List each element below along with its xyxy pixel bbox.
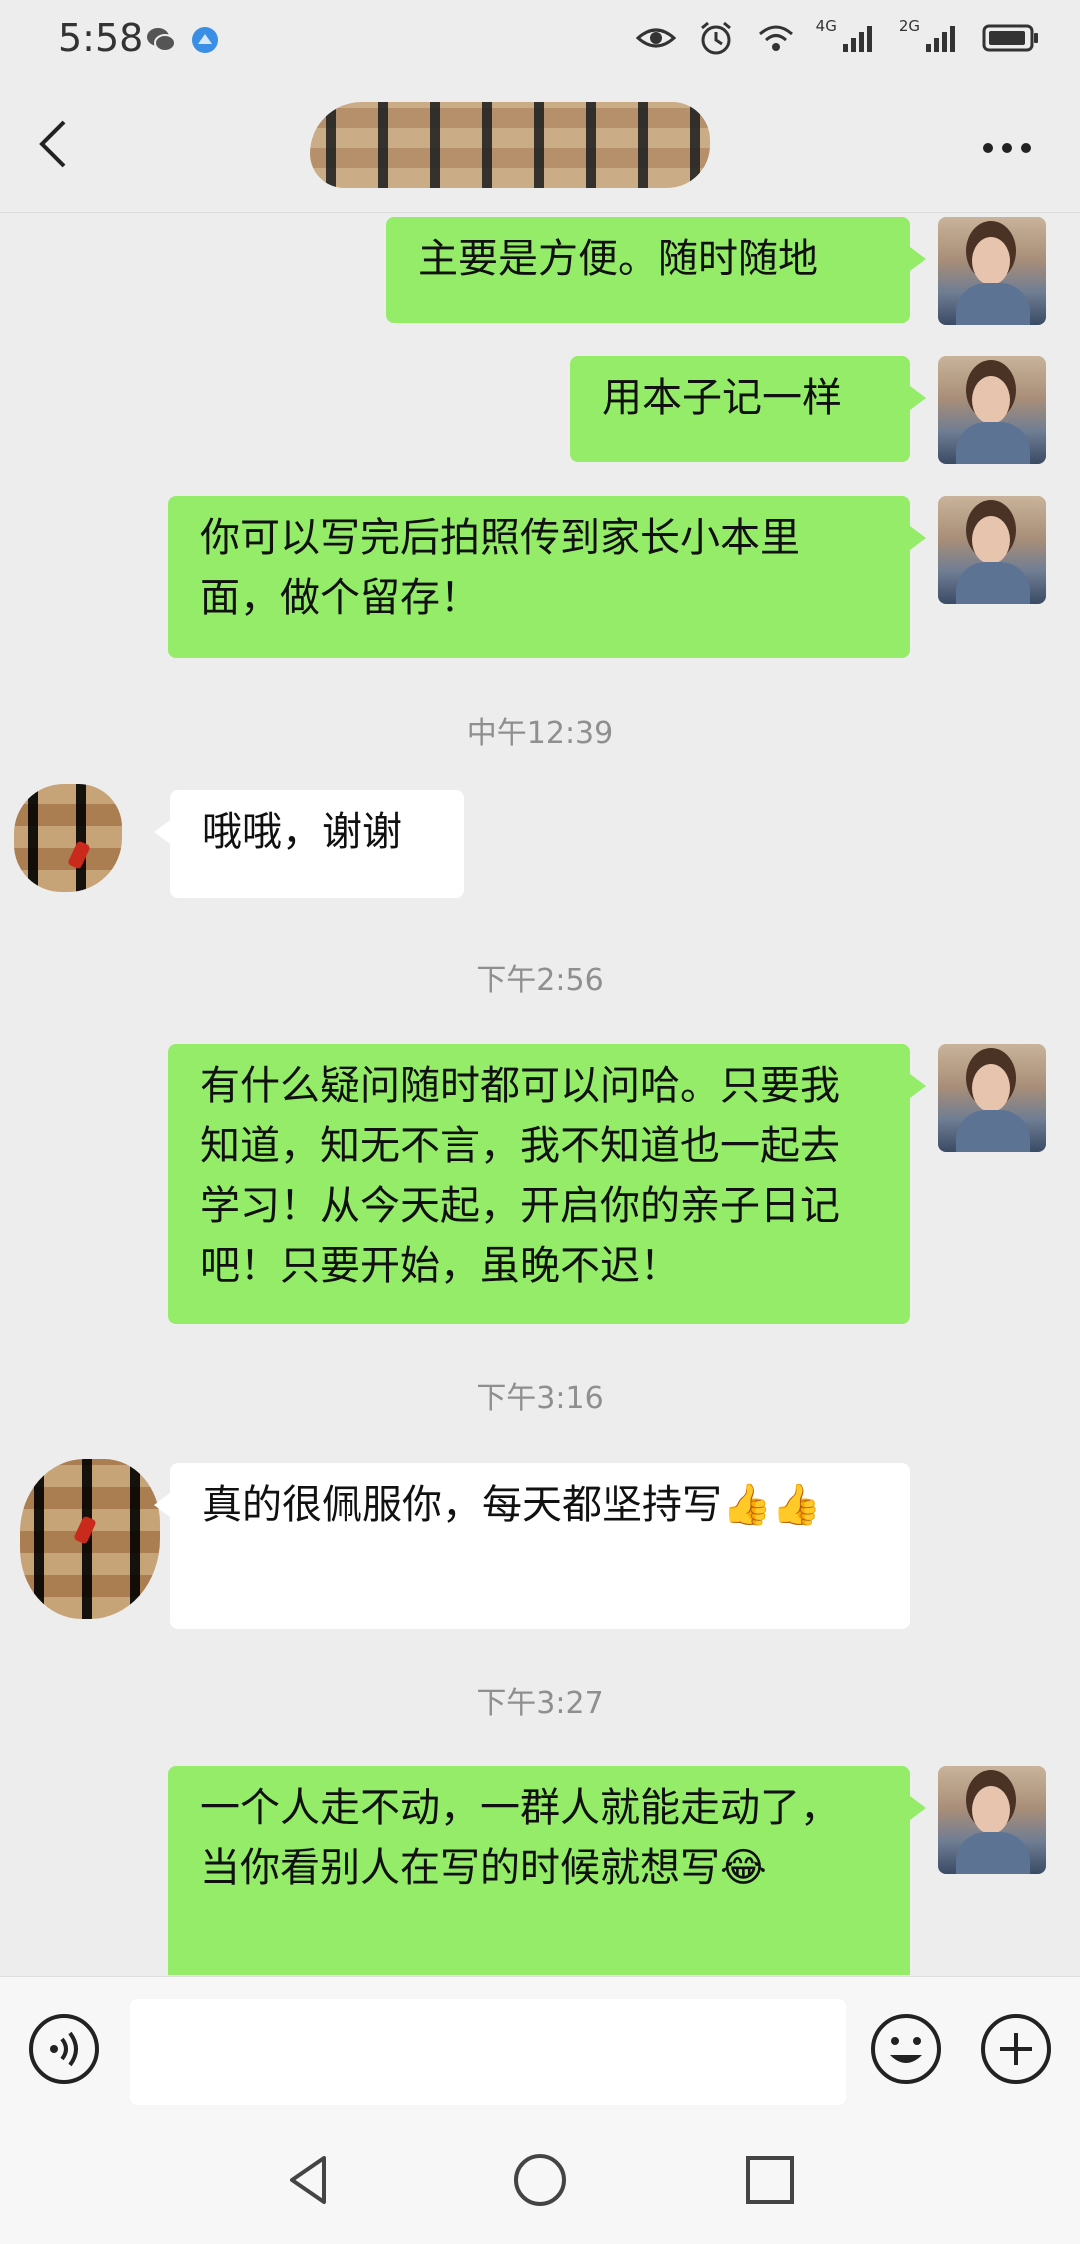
status-time: 5:58	[58, 16, 144, 60]
chat-title	[310, 102, 710, 188]
message-bubble-self[interactable]: 用本子记一样	[570, 356, 926, 462]
status-icons: 4G 2G	[635, 17, 1040, 56]
alarm-icon	[700, 21, 731, 55]
chevron-left-icon[interactable]	[36, 118, 70, 170]
message-bubble-other[interactable]: 真的很佩服你，每天都坚持写👍👍	[154, 1463, 910, 1629]
browser-icon	[192, 27, 218, 53]
self-avatar[interactable]	[938, 1766, 1046, 1874]
home-circle-icon[interactable]	[510, 2150, 570, 2210]
self-avatar[interactable]	[938, 496, 1046, 604]
message-bubble-self[interactable]: 一个人走不动，一群人就能走动了，当你看别人在写的时候就想写😂	[168, 1766, 926, 1975]
network-2g-label: 2G	[898, 17, 920, 35]
timestamp: 下午3:27	[476, 1686, 604, 1721]
timestamp: 下午3:16	[476, 1381, 604, 1416]
timestamp: 中午12:39	[466, 716, 614, 751]
recents-square-icon[interactable]	[740, 2150, 800, 2210]
contact-avatar[interactable]	[20, 1459, 160, 1619]
back-triangle-icon[interactable]	[280, 2150, 340, 2210]
timestamp: 下午2:56	[476, 963, 604, 998]
message-bubble-self[interactable]: 主要是方便。随时随地	[386, 217, 926, 323]
network-4g-label: 4G	[815, 17, 837, 35]
status-bar: 5:58 4G 2G	[0, 0, 1080, 80]
plus-icon[interactable]	[980, 2013, 1052, 2085]
chat-messages[interactable]: 主要是方便。随时随地 用本子记一样 你可以写完后拍照传到家长小本里面，做个留存！…	[0, 213, 1080, 1975]
more-dots-icon[interactable]	[982, 142, 1032, 154]
contact-avatar[interactable]	[14, 784, 122, 892]
wechat-icon	[147, 28, 176, 52]
message-input[interactable]	[130, 1999, 846, 2105]
self-avatar[interactable]	[938, 1044, 1046, 1152]
message-bubble-self[interactable]: 有什么疑问随时都可以问哈。只要我知道，知无不言，我不知道也一起去学习！从今天起，…	[168, 1044, 926, 1324]
voice-icon[interactable]	[28, 2013, 100, 2085]
navigation-bar	[0, 2116, 1080, 2244]
chat-header	[0, 80, 1080, 213]
self-avatar[interactable]	[938, 356, 1046, 464]
self-avatar[interactable]	[938, 217, 1046, 325]
signal-4g-icon	[842, 26, 872, 52]
message-bubble-other[interactable]: 哦哦，谢谢	[154, 790, 464, 898]
input-bar	[0, 1976, 1080, 2117]
wifi-icon	[758, 25, 793, 51]
eye-icon	[635, 28, 676, 48]
emoji-icon[interactable]	[870, 2013, 942, 2085]
message-bubble-self[interactable]: 你可以写完后拍照传到家长小本里面，做个留存！	[168, 496, 926, 658]
signal-2g-icon	[926, 26, 955, 52]
battery-icon	[982, 24, 1038, 52]
